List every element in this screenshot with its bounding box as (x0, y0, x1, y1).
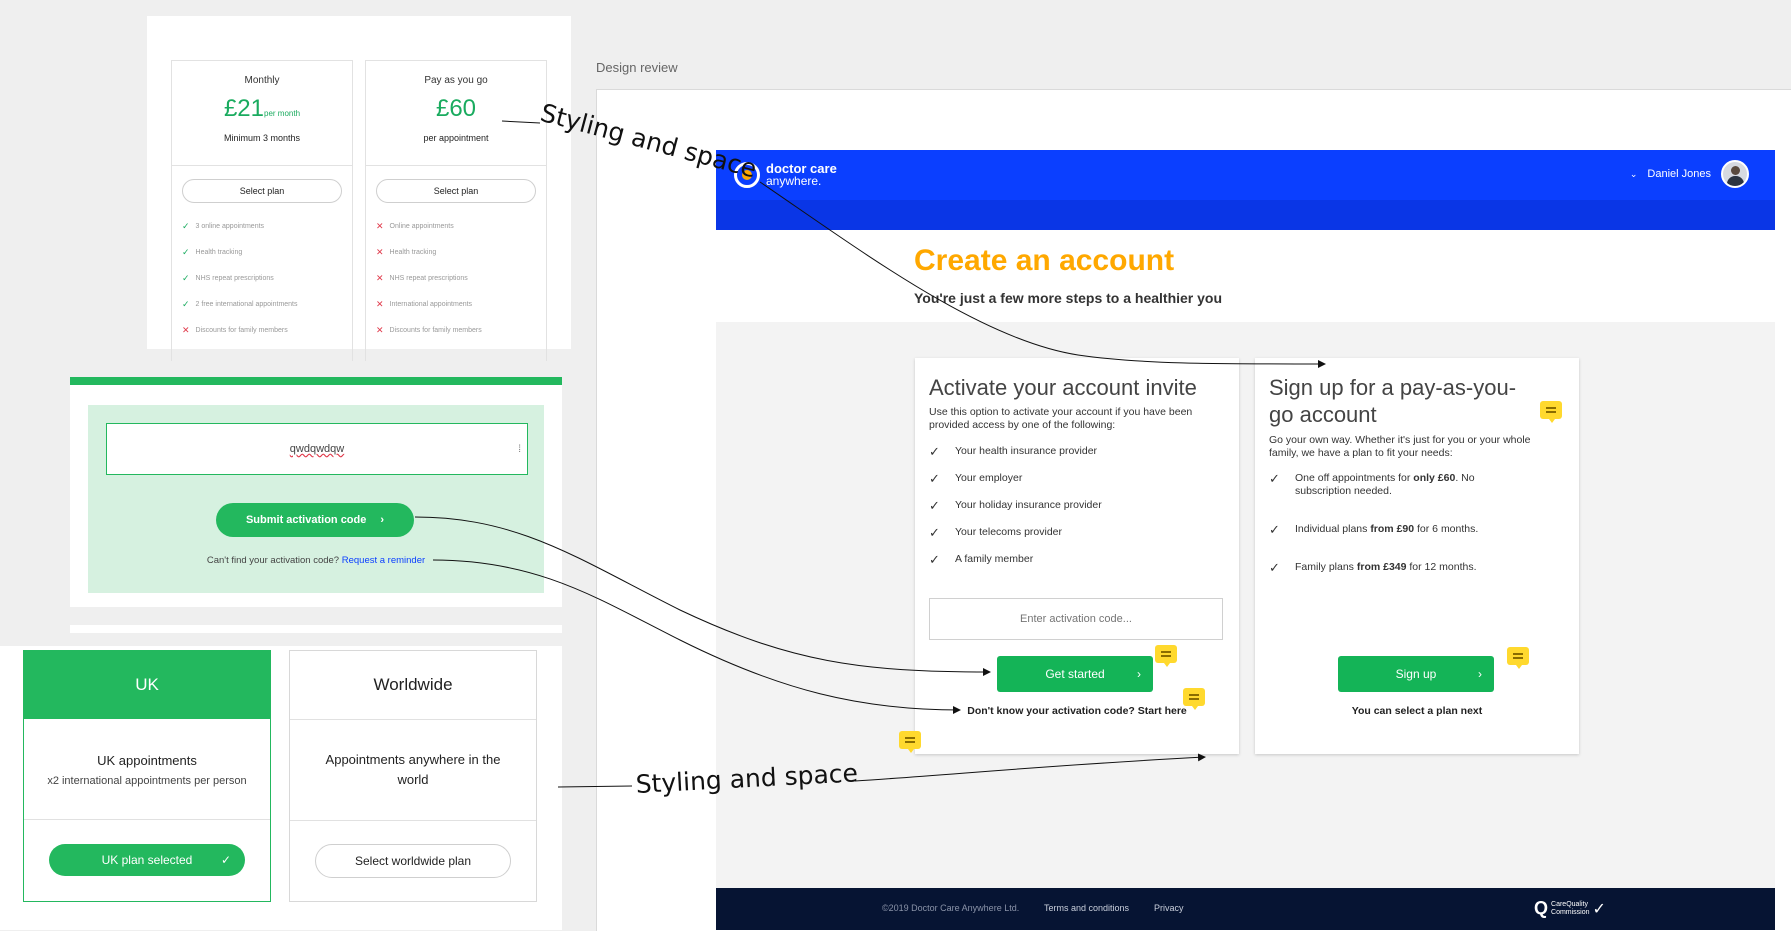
arrow-line (557, 785, 633, 788)
arrow-line (432, 559, 961, 714)
arrow-line (501, 120, 541, 124)
annotation-arrows (414, 120, 1326, 788)
arrow-line (759, 181, 1326, 368)
arrow-line (414, 516, 991, 676)
arrow-line (854, 753, 1206, 782)
